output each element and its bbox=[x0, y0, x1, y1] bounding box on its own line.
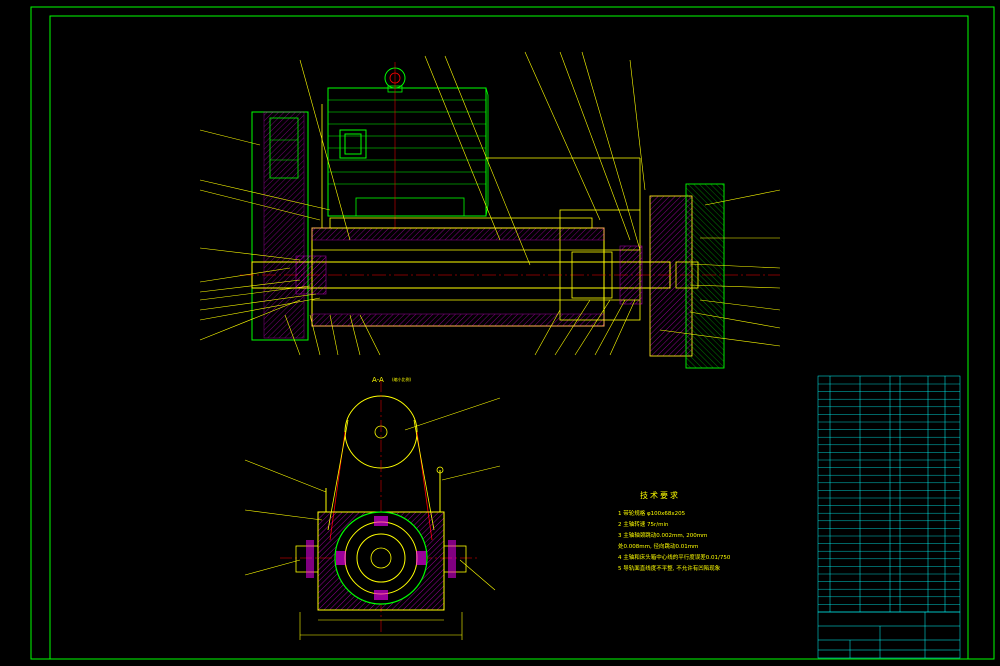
requirement-line: 3 主轴轴颈跳动0.002mm, 200mm bbox=[618, 533, 708, 539]
section-view-a-a bbox=[244, 380, 501, 640]
pulley bbox=[251, 111, 309, 341]
requirement-line: 处0.008mm, 径向跳动0.01mm bbox=[618, 544, 699, 550]
main-assembly-view bbox=[199, 51, 781, 369]
requirement-line: 2 主轴转速 75r/min bbox=[618, 522, 669, 528]
title-block bbox=[817, 611, 961, 659]
technical-requirements-title: 技术要求 bbox=[640, 491, 680, 500]
requirement-line: 4 主轴和床头箱中心线的平行度误差0.01/750 bbox=[618, 555, 731, 561]
chuck-flange bbox=[649, 183, 725, 369]
parts-list-table bbox=[817, 375, 961, 613]
requirement-line: 1 带轮规格 φ100x68x205 bbox=[618, 511, 686, 517]
parts-list-rows bbox=[818, 383, 960, 605]
drawing-border bbox=[30, 6, 995, 660]
requirement-line: 5 导轨面直线度不平整, 不允许有凹陷现象 bbox=[618, 566, 721, 572]
engineering-drawing bbox=[30, 6, 995, 660]
technical-requirements: 技术要求 1 带轮规格 φ100x68x205 2 主轴转速 75r/min 3… bbox=[618, 490, 730, 575]
motor bbox=[327, 62, 489, 230]
section-title: A-A bbox=[372, 376, 384, 384]
section-subtitle: (缩小比例) bbox=[392, 377, 412, 382]
